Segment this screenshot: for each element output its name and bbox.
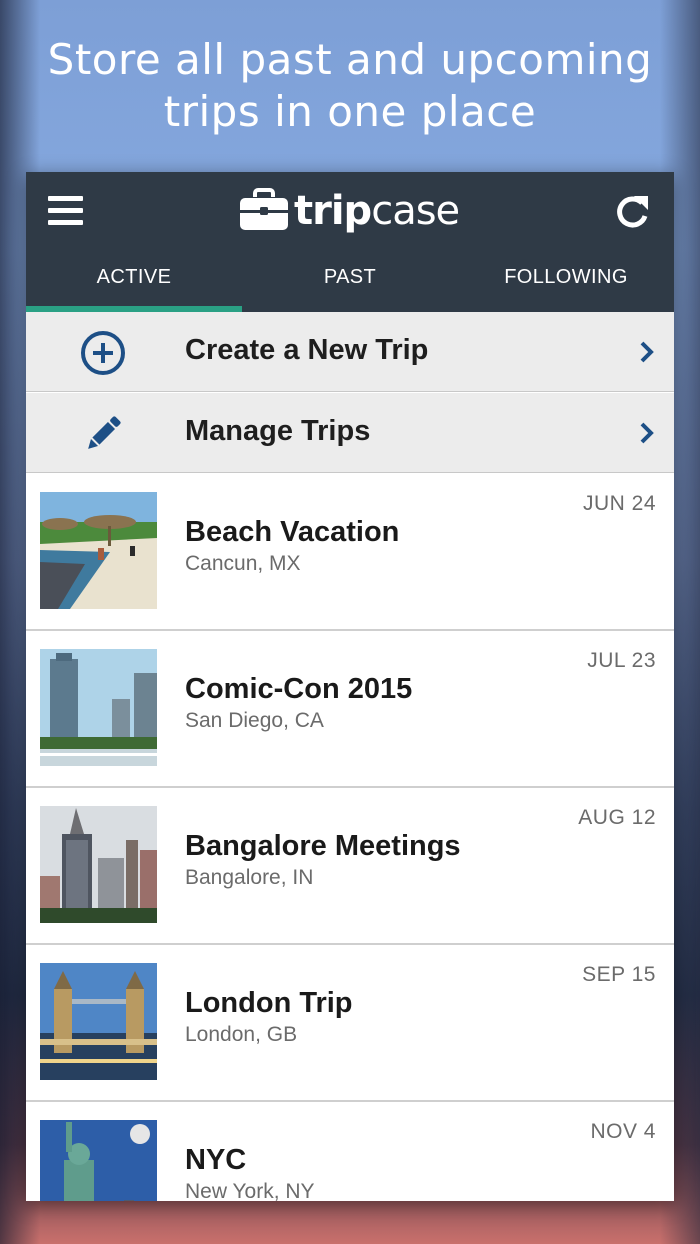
promo-headline: Store all past and upcoming trips in one… <box>0 34 700 138</box>
bangalore-towers-photo <box>40 806 157 923</box>
trip-date: SEP 15 <box>582 963 656 986</box>
trip-location: London, GB <box>185 1023 298 1046</box>
trip-row-nyc[interactable]: NYC New York, NY NOV 4 <box>26 1102 674 1201</box>
trip-location: San Diego, CA <box>185 709 324 732</box>
trip-location: New York, NY <box>185 1180 315 1201</box>
logo-wordmark-bold: trip <box>294 188 372 234</box>
statue-of-liberty-photo <box>40 1120 157 1201</box>
tab-following[interactable]: FOLLOWING <box>458 256 674 312</box>
trip-location: Bangalore, IN <box>185 866 314 889</box>
trip-row-beach-vacation[interactable]: Beach Vacation Cancun, MX JUN 24 <box>26 474 674 631</box>
trip-title: London Trip <box>185 987 353 1019</box>
trip-location: Cancun, MX <box>185 552 301 575</box>
hamburger-menu-icon[interactable] <box>48 196 86 230</box>
promo-headline-line-1: Store all past and upcoming <box>47 35 653 84</box>
tab-active[interactable]: ACTIVE <box>26 256 242 312</box>
pencil-icon <box>88 416 121 449</box>
trip-title: Comic-Con 2015 <box>185 673 413 705</box>
trip-title: Bangalore Meetings <box>185 830 461 862</box>
app-screen: tripcase ACTIVE PAST FOLLOWING Create a … <box>26 172 674 1201</box>
trip-date: NOV 4 <box>590 1120 656 1143</box>
trip-date: JUN 24 <box>582 492 656 515</box>
trip-row-bangalore-meetings[interactable]: Bangalore Meetings Bangalore, IN AUG 12 <box>26 788 674 945</box>
manage-trips-button[interactable]: Manage Trips <box>26 393 674 473</box>
tower-bridge-photo <box>40 963 157 1080</box>
trip-title: Beach Vacation <box>185 516 400 548</box>
san-diego-skyline-photo <box>40 649 157 766</box>
app-header: tripcase ACTIVE PAST FOLLOWING <box>26 172 674 312</box>
chevron-right-icon <box>640 341 654 363</box>
briefcase-icon <box>240 188 288 230</box>
promo-headline-line-2: trips in one place <box>163 87 537 136</box>
trip-row-london-trip[interactable]: London Trip London, GB SEP 15 <box>26 945 674 1102</box>
beach-photo <box>40 492 157 609</box>
tab-past[interactable]: PAST <box>242 256 458 312</box>
create-trip-button[interactable]: Create a New Trip <box>26 312 674 392</box>
trip-tabs: ACTIVE PAST FOLLOWING <box>26 256 674 312</box>
logo-wordmark-light: case <box>371 188 460 234</box>
refresh-icon[interactable] <box>612 192 652 232</box>
trip-date: AUG 12 <box>578 806 656 829</box>
trip-row-comic-con-2015[interactable]: Comic-Con 2015 San Diego, CA JUL 23 <box>26 631 674 788</box>
trip-title: NYC <box>185 1144 247 1176</box>
tripcase-logo: tripcase <box>238 184 468 244</box>
logo-wordmark: tripcase <box>294 188 460 234</box>
chevron-right-icon <box>640 422 654 444</box>
manage-trips-label: Manage Trips <box>185 415 371 447</box>
plus-circle-icon <box>81 331 125 375</box>
trip-date: JUL 23 <box>587 649 656 672</box>
create-trip-label: Create a New Trip <box>185 334 429 366</box>
